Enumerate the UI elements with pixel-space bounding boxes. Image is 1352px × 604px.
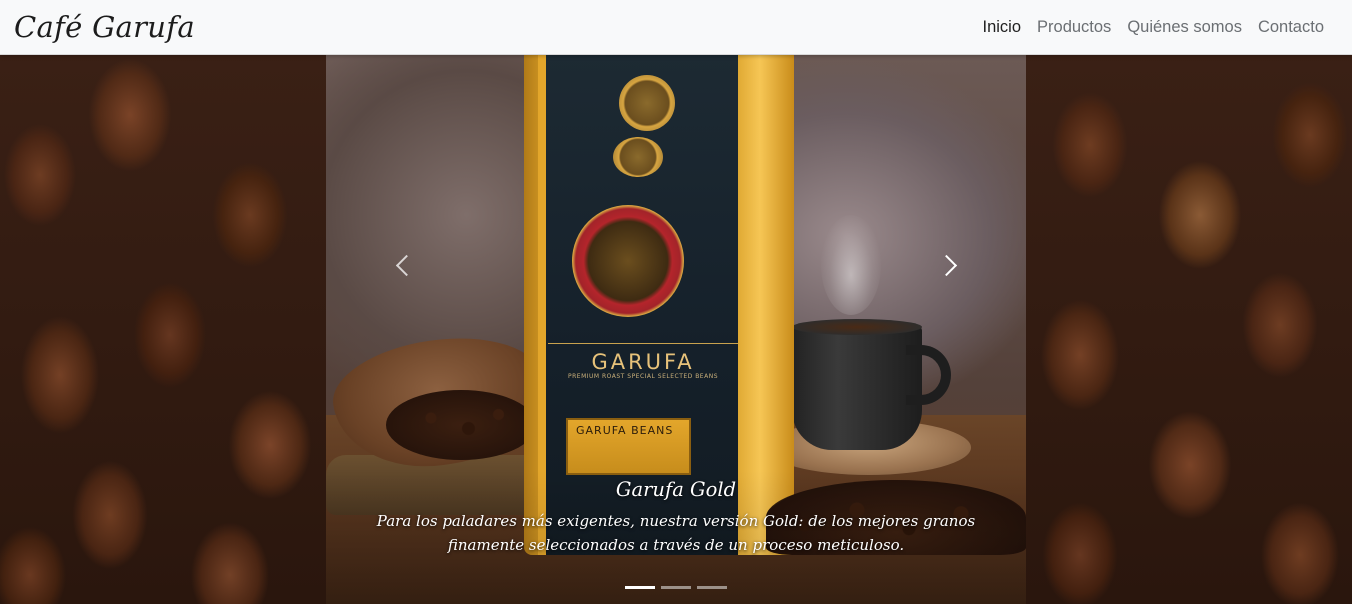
navbar: Café Garufa Inicio Productos Quiénes som… [0,0,1352,55]
nav-link-productos[interactable]: Productos [1029,10,1119,45]
scoop-beans [386,390,536,460]
coffee-cup-rim [792,319,922,335]
carousel-indicator-2[interactable] [661,586,691,589]
hero-carousel: GARUFA PREMIUM ROAST SPECIAL SELECTED BE… [326,55,1026,604]
carousel-indicator-3[interactable] [697,586,727,589]
brand-logo[interactable]: Café Garufa [14,10,195,44]
bag-subtitle: PREMIUM ROAST SPECIAL SELECTED BEANS [567,373,719,380]
chevron-left-icon [395,254,417,276]
coffee-cup [792,325,922,450]
carousel-indicators [625,586,727,589]
slide-title: Garufa Gold [615,478,737,501]
carousel-indicator-1[interactable] [625,586,655,589]
steam [821,215,881,315]
bag-seal-small [619,75,675,131]
nav-link-contacto[interactable]: Contacto [1250,10,1332,45]
bag-label-text: GARUFA BEANS [576,424,674,437]
slide-caption: Garufa Gold Para los paladares más exige… [346,477,1006,557]
nav-link-quienes-somos[interactable]: Quiénes somos [1119,10,1250,45]
bag-seal-small-2 [613,137,663,177]
slide-description: Para los paladares más exigentes, nuestr… [376,512,976,554]
chevron-right-icon [935,254,957,276]
bag-seal-large [572,205,684,317]
nav-link-inicio[interactable]: Inicio [974,10,1029,45]
bag-title: GARUFA [548,343,738,374]
coffee-cup-handle [906,345,951,405]
carousel-next-button[interactable] [926,245,966,285]
carousel-prev-button[interactable] [386,245,426,285]
nav-links: Inicio Productos Quiénes somos Contacto [974,10,1332,45]
